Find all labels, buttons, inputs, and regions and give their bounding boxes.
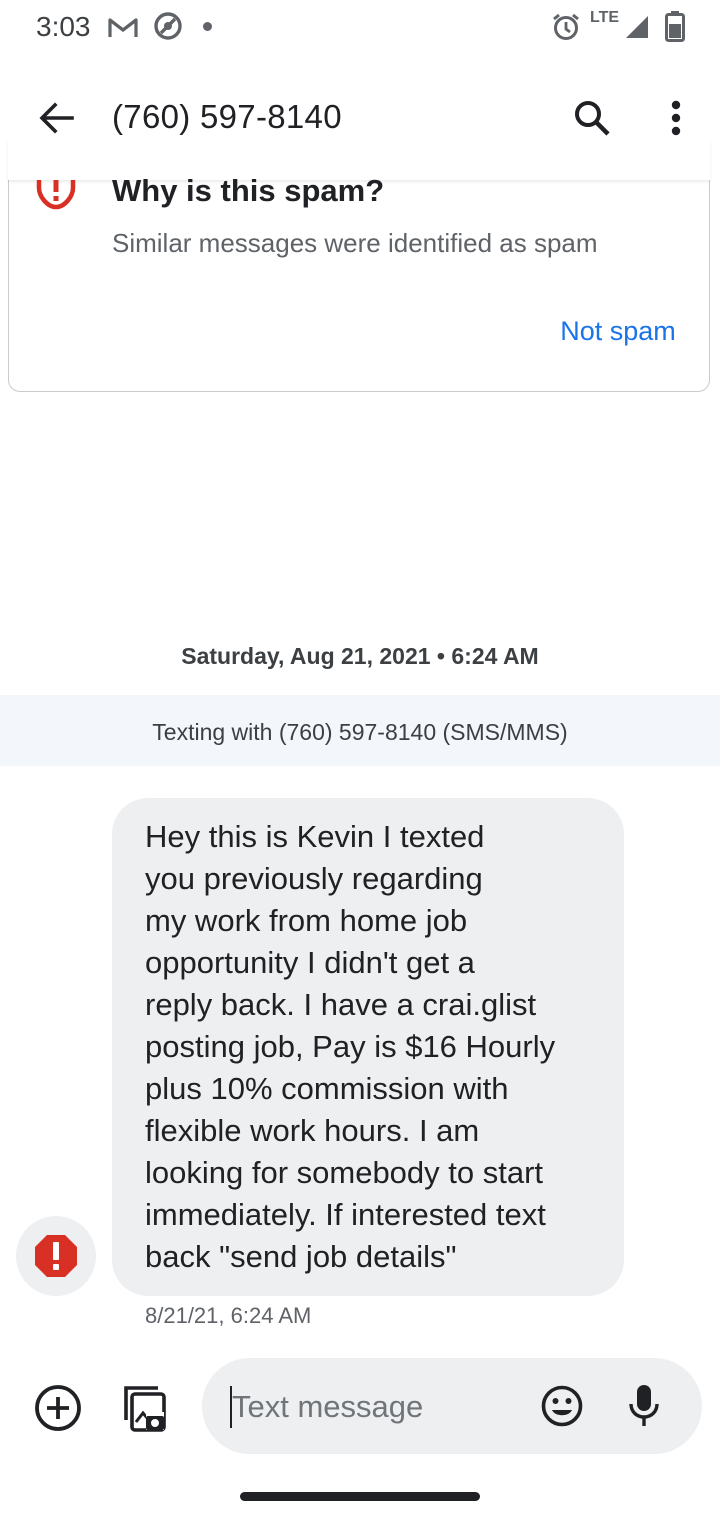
message-line: flexible work hours. I am [145, 1113, 480, 1148]
message-input-placeholder: Text message [232, 1389, 424, 1424]
message-text: Hey this is Kevin I texted you previousl… [145, 816, 600, 1278]
message-bubble[interactable]: Hey this is Kevin I texted you previousl… [112, 798, 624, 1296]
more-vert-icon[interactable] [648, 90, 704, 146]
alarm-icon [551, 12, 581, 42]
message-line: reply back. I have a crai.glist [145, 987, 537, 1022]
gmail-icon [107, 14, 139, 40]
texting-with-label: Texting with (760) 597-8140 (SMS/MMS) [152, 719, 568, 745]
home-indicator[interactable] [240, 1492, 480, 1501]
gallery-icon[interactable] [114, 1380, 170, 1436]
mic-icon[interactable] [616, 1378, 672, 1434]
spam-warning-icon [36, 180, 76, 210]
battery-icon [664, 10, 686, 42]
add-circle-icon[interactable] [30, 1380, 86, 1436]
message-line: plus 10% commission with [145, 1071, 509, 1106]
message-line: looking for somebody to start [145, 1155, 544, 1190]
message-line: my work from home job [145, 903, 468, 938]
message-line: back "send job details" [145, 1239, 457, 1274]
no-disturb-icon [152, 10, 184, 42]
signal-icon [624, 12, 650, 40]
search-icon[interactable] [564, 90, 620, 146]
message-timestamp: 8/21/21, 6:24 AM [145, 1303, 312, 1328]
message-line: Hey this is Kevin I texted [145, 819, 485, 854]
dot-icon [203, 22, 212, 31]
network-label: LTE [590, 9, 620, 26]
status-time: 3:03 [36, 11, 91, 42]
spam-card-description: Similar messages were identified as spam [112, 228, 598, 258]
sender-avatar[interactable] [16, 1216, 96, 1296]
spam-alert-icon [35, 1235, 77, 1277]
message-line: you previously regarding [145, 861, 483, 896]
emoji-icon[interactable] [534, 1378, 590, 1434]
back-arrow-icon[interactable] [28, 90, 84, 146]
page-title: (760) 597-8140 [112, 98, 342, 135]
message-line: opportunity I didn't get a [145, 945, 475, 980]
message-line: immediately. If interested text [145, 1197, 546, 1232]
spam-card-title: Why is this spam? [112, 173, 385, 208]
message-line: posting job, Pay is $16 Hourly [145, 1029, 556, 1064]
not-spam-button[interactable]: Not spam [538, 306, 698, 356]
date-header: Saturday, Aug 21, 2021 • 6:24 AM [181, 643, 539, 669]
